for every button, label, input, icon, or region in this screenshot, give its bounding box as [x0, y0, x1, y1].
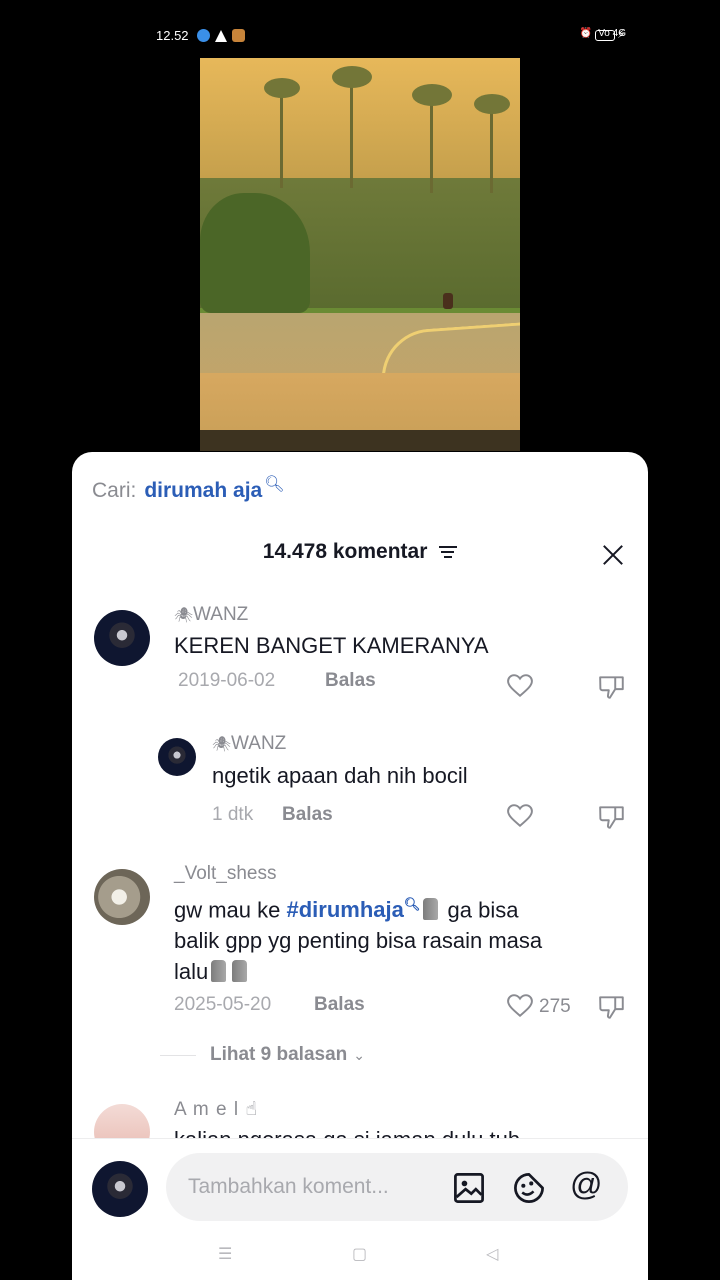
home-icon[interactable]: ▢: [352, 1244, 367, 1264]
comment-text: kalian ngerasa ga si jaman dulu tuh: [174, 1124, 520, 1138]
comments-list[interactable]: 🕷WANZ KEREN BANGET KAMERANYA 2019-06-02 …: [72, 602, 648, 1138]
menu-icon[interactable]: ☰: [218, 1244, 232, 1264]
divider: [160, 1054, 196, 1056]
view-replies-label: Lihat 9 balasan: [210, 1044, 348, 1065]
dislike-icon[interactable]: [598, 674, 626, 700]
alarm-icon: ⏰: [579, 28, 593, 39]
like-count: 275: [539, 996, 571, 1017]
emoji-icon[interactable]: [512, 1171, 546, 1205]
notification-icons: [197, 29, 245, 42]
avatar[interactable]: [94, 869, 150, 925]
video-palm: [280, 88, 283, 188]
hand-icon: ☝: [245, 1099, 258, 1120]
image-icon[interactable]: [452, 1171, 486, 1205]
spider-icon: 🕷: [174, 607, 194, 624]
comment-input-placeholder: Tambahkan koment...: [188, 1175, 389, 1198]
close-icon[interactable]: [600, 542, 626, 568]
avatar[interactable]: [94, 610, 150, 666]
comment-text: KEREN BANGET KAMERANYA: [174, 633, 489, 658]
system-nav-bar: ☰ ▢ ◁: [72, 1234, 648, 1280]
avatar[interactable]: [158, 738, 196, 776]
app-icon: [232, 29, 245, 42]
comment-input[interactable]: Tambahkan koment... @: [166, 1153, 628, 1221]
app-notification-icon: [197, 29, 210, 42]
view-replies-button[interactable]: Lihat 9 balasan ⌄: [160, 1044, 365, 1066]
video-dashboard-edge: [200, 430, 520, 451]
battery-icon: [595, 30, 615, 41]
video-motorbike: [443, 293, 453, 309]
comment-date: 1 dtk: [212, 804, 254, 825]
moai-emoji: [423, 898, 439, 921]
moai-emoji: [232, 960, 248, 983]
heart-icon[interactable]: [507, 804, 533, 828]
comment-date: 2025-05-20: [174, 994, 272, 1015]
video-palm-crown: [332, 66, 372, 88]
status-time: 12.52: [156, 28, 189, 43]
video-palm-crown: [412, 84, 452, 106]
comments-header: 14.478 komentar: [72, 540, 648, 564]
status-bar: 12.52 ⏰ Vo 4G ⚡: [0, 0, 720, 56]
hashtag-link[interactable]: #dirumhaja🔍︎: [287, 897, 421, 922]
comment-username[interactable]: A m e l ☝: [174, 1098, 258, 1121]
video-palm: [430, 93, 433, 193]
avatar[interactable]: [94, 1104, 150, 1138]
reply-button[interactable]: Balas: [282, 804, 333, 826]
comments-sheet: Cari: dirumah aja 🔍︎ 14.478 komentar 🕷WA…: [72, 452, 648, 1280]
video-bush: [200, 193, 310, 313]
reply-button[interactable]: Balas: [314, 994, 365, 1016]
charging-icon: ⚡: [617, 27, 626, 41]
moai-emoji: [211, 960, 227, 983]
comment-text: ngetik apaan dah nih bocil: [212, 763, 468, 788]
heart-icon[interactable]: [507, 994, 533, 1018]
filter-icon[interactable]: [439, 545, 458, 559]
comment-count: 14.478 komentar: [262, 540, 428, 563]
comment-username[interactable]: _Volt_shess: [174, 863, 276, 885]
comment-text: gw mau ke #dirumhaja🔍︎ ga bisa balik gpp…: [174, 897, 543, 985]
chevron-down-icon: ⌄: [353, 1046, 366, 1063]
video-player[interactable]: [200, 58, 520, 451]
comment-date: 2019-06-02: [178, 670, 276, 691]
reply-button[interactable]: Balas: [325, 670, 376, 692]
video-palm-crown: [264, 78, 300, 98]
warning-icon: [215, 29, 227, 42]
video-dashboard: [200, 373, 520, 438]
heart-icon[interactable]: [507, 674, 533, 698]
search-term[interactable]: dirumah aja: [144, 479, 262, 503]
comment-input-bar: Tambahkan koment... @: [72, 1138, 648, 1234]
video-palm: [490, 103, 493, 193]
comment-username[interactable]: 🕷WANZ: [212, 733, 286, 755]
video-palm: [350, 73, 353, 188]
back-icon[interactable]: ◁: [486, 1244, 498, 1264]
video-palm-crown: [474, 94, 510, 114]
comment-username[interactable]: 🕷WANZ: [174, 604, 248, 626]
search-suggestion[interactable]: Cari: dirumah aja 🔍︎: [92, 476, 285, 503]
my-avatar[interactable]: [92, 1161, 148, 1217]
dislike-icon[interactable]: [598, 804, 626, 830]
dislike-icon[interactable]: [598, 994, 626, 1020]
search-icon: 🔍︎: [264, 476, 285, 493]
search-label: Cari:: [92, 479, 137, 502]
spider-icon: 🕷: [212, 736, 232, 753]
mention-icon[interactable]: @: [570, 1166, 602, 1203]
